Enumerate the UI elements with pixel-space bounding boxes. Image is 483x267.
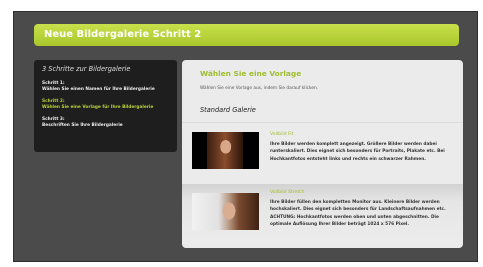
- portrait-photo: [218, 197, 240, 225]
- step-1: Schritt 1: Wählen Sie einen Namen für Ih…: [42, 81, 169, 92]
- step-2-desc: Wählen Sie eine Vorlage für Ihre Bilderg…: [42, 104, 154, 110]
- template-title[interactable]: Vollbild Fit: [270, 132, 293, 137]
- wizard-frame: Neue Bildergalerie Schritt 2 3 Schritte …: [13, 11, 478, 262]
- template-thumbnail-stretch[interactable]: [192, 193, 259, 230]
- template-description: Ihre Bilder werden komplett angezeigt. G…: [270, 142, 445, 162]
- step-3: Schritt 3: Beschriften Sie Ihre Bilderga…: [42, 117, 169, 128]
- template-description: Ihre Bilder füllen den kompletten Monito…: [270, 200, 446, 227]
- template-option-vollbild-fit[interactable]: Vollbild Fit Ihre Bilder werden komplett…: [182, 122, 463, 182]
- steps-panel: 3 Schritte zur Bildergalerie Schritt 1: …: [34, 60, 177, 152]
- step-1-desc: Wählen Sie einen Namen für Ihre Bilderga…: [42, 86, 155, 92]
- template-option-vollbild-stretch[interactable]: Vollbild Stretch Ihre Bilder füllen den …: [182, 184, 463, 244]
- page-title: Neue Bildergalerie Schritt 2: [34, 24, 459, 46]
- template-title[interactable]: Vollbild Stretch: [270, 190, 305, 195]
- step-2: Schritt 2: Wählen Sie eine Vorlage für I…: [42, 99, 169, 110]
- gallery-section-heading: Standard Galerie: [200, 106, 256, 114]
- template-panel: Wählen Sie eine Vorlage Wählen Sie eine …: [182, 60, 463, 248]
- portrait-photo: [207, 132, 243, 169]
- step-3-desc: Beschriften Sie Ihre Bildergalerie: [42, 122, 123, 128]
- template-thumbnail-fit[interactable]: [192, 132, 259, 169]
- template-panel-title: Wählen Sie eine Vorlage: [200, 69, 302, 78]
- template-panel-intro: Wählen Sie eine Vorlage aus, indem Sie d…: [200, 86, 319, 91]
- steps-heading: 3 Schritte zur Bildergalerie: [42, 65, 131, 73]
